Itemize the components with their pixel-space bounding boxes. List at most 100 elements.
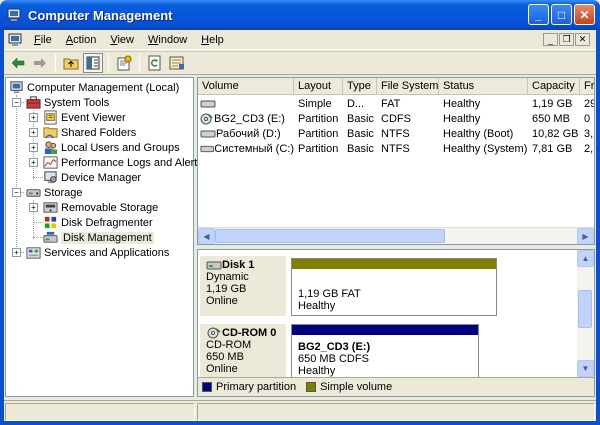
maximize-button[interactable]: □ xyxy=(551,4,572,25)
services-icon xyxy=(26,247,41,259)
status-panel xyxy=(5,403,195,421)
tree-item-perf-logs[interactable]: Performance Logs and Alerts xyxy=(43,155,203,170)
disk-icon xyxy=(206,261,222,270)
volume-list-horizontal-scrollbar[interactable]: ◀ ▶ xyxy=(198,227,594,244)
scroll-right-button[interactable]: ▶ xyxy=(577,228,594,244)
expander-shared-folders[interactable]: + xyxy=(29,128,38,137)
show-hide-tree-button[interactable] xyxy=(83,53,103,73)
scroll-thumb[interactable] xyxy=(215,229,445,243)
column-header-capacity[interactable]: Capacity xyxy=(528,78,580,95)
scroll-thumb[interactable] xyxy=(578,290,592,328)
legend-label: Simple volume xyxy=(320,381,393,393)
expander-local-users[interactable]: + xyxy=(29,143,38,152)
menu-action[interactable]: Action xyxy=(59,34,104,46)
column-header-layout[interactable]: Layout xyxy=(294,78,343,95)
tree-item-disk-defragmenter[interactable]: Disk Defragmenter xyxy=(43,215,153,230)
column-header-type[interactable]: Type xyxy=(343,78,377,95)
cell-free: 3, xyxy=(584,127,594,140)
forward-button[interactable] xyxy=(30,53,50,73)
cell-capacity: 10,82 GB xyxy=(532,127,579,140)
cell-layout: Partition xyxy=(298,127,339,140)
cell-type: D... xyxy=(347,97,365,110)
cell-status: Healthy (System) xyxy=(443,142,528,155)
column-header-volume[interactable]: Volume xyxy=(198,78,294,95)
expander-system-tools[interactable]: − xyxy=(12,98,21,107)
tree-item-removable-storage[interactable]: Removable Storage xyxy=(43,200,158,215)
close-button[interactable]: ✕ xyxy=(574,4,595,25)
disk-graphical-view[interactable]: Disk 1 Dynamic 1,19 GB Online 1,19 GB FA… xyxy=(197,249,595,397)
scroll-down-button[interactable]: ▼ xyxy=(577,360,594,377)
title-bar[interactable]: Computer Management _ □ ✕ xyxy=(0,0,600,30)
window-title: Computer Management xyxy=(28,7,173,23)
scroll-up-button[interactable]: ▲ xyxy=(577,250,594,267)
tree-item-device-manager[interactable]: Device Manager xyxy=(43,170,141,185)
refresh-button[interactable] xyxy=(145,53,165,73)
tree-item-shared-folders[interactable]: Shared Folders xyxy=(43,125,136,140)
help-button[interactable] xyxy=(167,53,187,73)
cell-layout: Simple xyxy=(298,97,332,110)
cdrom-0-partition[interactable]: BG2_CD3 (E:) 650 MB CDFS Healthy xyxy=(291,324,479,380)
cell-volume: BG2_CD3 (E:) xyxy=(214,112,285,125)
console-tree[interactable]: Computer Management (Local) − System Too… xyxy=(5,77,203,397)
tree-item-event-viewer[interactable]: Event Viewer xyxy=(43,110,126,125)
legend: Primary partition Simple volume xyxy=(198,377,594,396)
disk-1-label[interactable]: Disk 1 Dynamic 1,19 GB Online xyxy=(200,256,286,316)
tree-item-storage[interactable]: Storage xyxy=(26,185,83,200)
expander-event-viewer[interactable]: + xyxy=(29,113,38,122)
status-bar xyxy=(4,400,596,421)
column-header-file-system[interactable]: File System xyxy=(377,78,439,95)
menu-file[interactable]: File xyxy=(27,34,59,46)
scroll-left-button[interactable]: ◀ xyxy=(198,228,215,244)
back-button[interactable] xyxy=(8,53,28,73)
cell-capacity: 7,81 GB xyxy=(532,142,573,155)
disk-1-partition[interactable]: 1,19 GB FAT Healthy xyxy=(291,258,497,316)
cdrom-0-label[interactable]: CD-ROM 0 CD-ROM 650 MB Online xyxy=(200,324,286,380)
tree-item-label: Device Manager xyxy=(61,171,142,184)
tree-item-local-users[interactable]: Local Users and Groups xyxy=(43,140,180,155)
console-tree-icon xyxy=(86,56,100,70)
tree-item-system-tools[interactable]: System Tools xyxy=(26,95,109,110)
disk-size: 1,19 GB xyxy=(206,283,247,295)
table-row[interactable]: BG2_CD3 (E:) xyxy=(200,111,294,126)
tree-item-services-apps[interactable]: Services and Applications xyxy=(26,245,169,260)
menu-help[interactable]: Help xyxy=(194,34,231,46)
device-manager-icon xyxy=(44,171,57,184)
cell-capacity: 650 MB xyxy=(532,112,570,125)
system-menu-icon[interactable] xyxy=(7,32,23,48)
mdi-minimize-button[interactable]: _ xyxy=(543,33,558,46)
mdi-restore-button[interactable]: ❐ xyxy=(559,33,574,46)
tree-item-label: Services and Applications xyxy=(44,246,170,259)
menu-view[interactable]: View xyxy=(103,34,141,46)
table-row[interactable] xyxy=(200,96,294,111)
table-row[interactable]: Рабочий (D:) xyxy=(200,126,294,141)
removable-storage-icon xyxy=(43,202,58,213)
cell-file-system: NTFS xyxy=(381,142,410,155)
cd-volume-icon xyxy=(200,113,213,124)
cell-type: Basic xyxy=(347,127,374,140)
column-header-status[interactable]: Status xyxy=(439,78,528,95)
table-row[interactable]: Системный (C:) xyxy=(200,141,294,156)
expander-storage[interactable]: − xyxy=(12,188,21,197)
tree-item-label: Local Users and Groups xyxy=(61,141,180,154)
legend-item-primary: Primary partition xyxy=(202,381,296,393)
properties-button[interactable] xyxy=(114,53,134,73)
cell-layout: Partition xyxy=(298,112,339,125)
mdi-close-button[interactable]: ✕ xyxy=(575,33,590,46)
tree-root[interactable]: Computer Management (Local) xyxy=(9,80,179,95)
tree-item-label: Disk Management xyxy=(61,231,154,244)
expander-removable-storage[interactable]: + xyxy=(29,203,38,212)
window-frame-bottom xyxy=(0,421,600,425)
tree-item-label: Event Viewer xyxy=(61,111,126,124)
graphical-view-vertical-scrollbar[interactable]: ▲ ▼ xyxy=(577,250,594,377)
cell-status: Healthy xyxy=(443,97,481,110)
expander-services-apps[interactable]: + xyxy=(12,248,21,257)
tree-item-label: Performance Logs and Alerts xyxy=(61,156,203,169)
column-header-free[interactable]: Fr xyxy=(580,78,594,95)
expander-perf-logs[interactable]: + xyxy=(29,158,38,167)
tree-item-disk-management[interactable]: Disk Management xyxy=(43,230,154,245)
tree-item-label: Disk Defragmenter xyxy=(61,216,153,229)
minimize-button[interactable]: _ xyxy=(528,4,549,25)
volume-list[interactable]: Volume Layout Type File System Status Ca… xyxy=(197,77,595,245)
up-one-level-button[interactable] xyxy=(61,53,81,73)
menu-window[interactable]: Window xyxy=(141,34,194,46)
